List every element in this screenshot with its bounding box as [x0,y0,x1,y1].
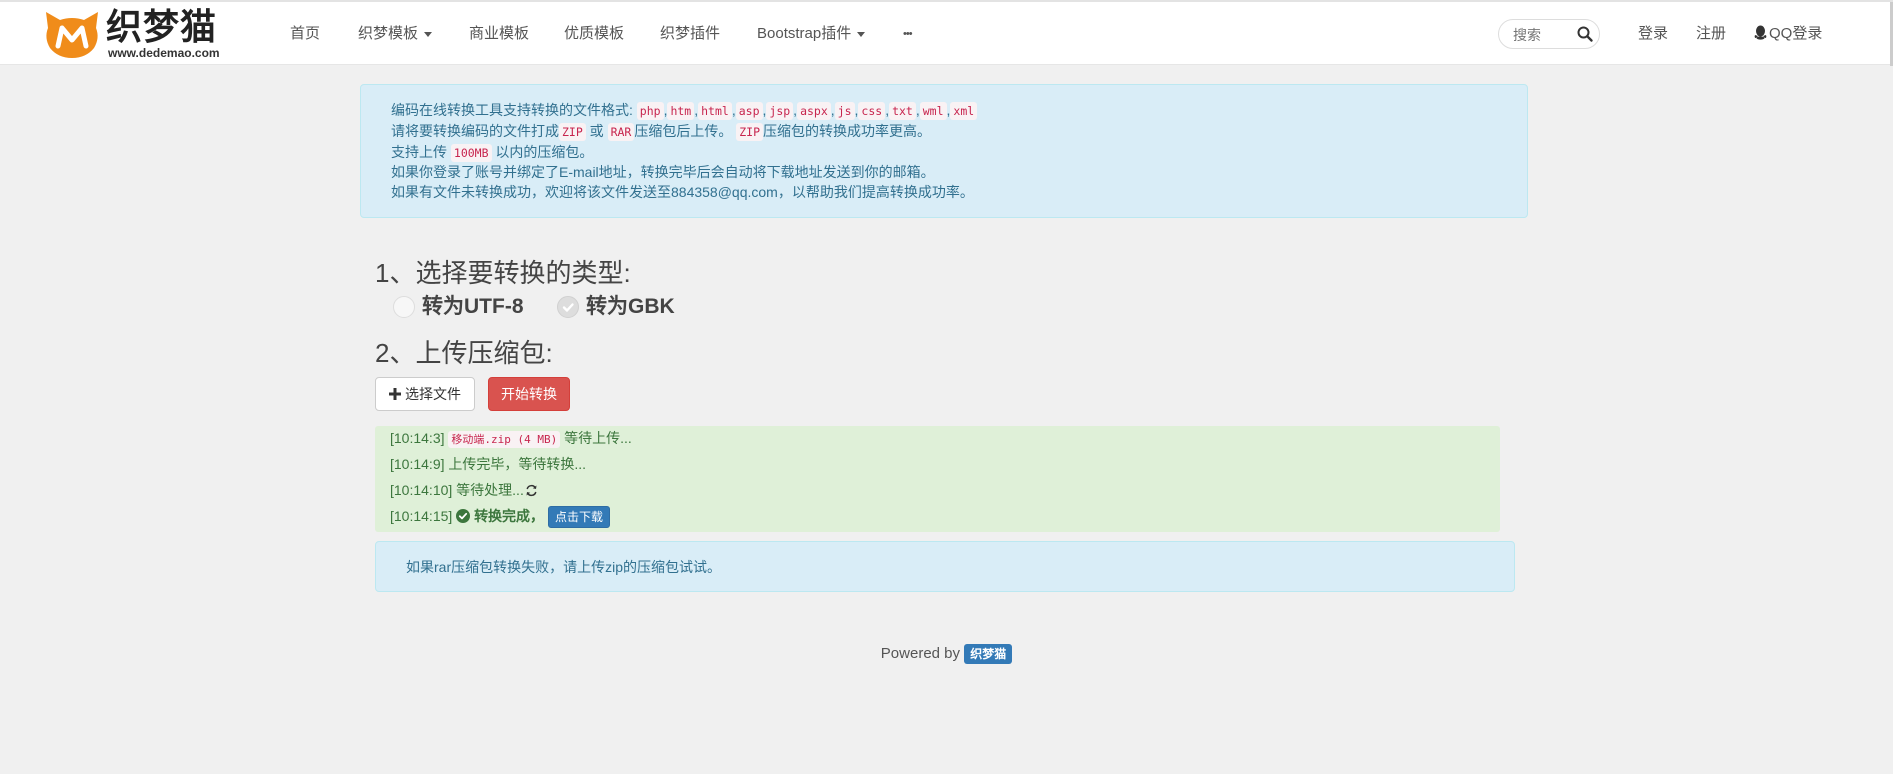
choose-file-button[interactable]: 选择文件 [375,377,475,411]
format-code: asp [735,102,763,120]
check-icon [562,303,574,312]
format-code: css [858,102,886,120]
login-link[interactable]: 登录 [1638,24,1668,44]
logo-url: www.dedemao.com [108,46,220,60]
nav-label: 织梦插件 [660,25,721,42]
search-input[interactable] [1511,25,1577,45]
radio-label: 转为GBK [586,295,675,318]
log-time: [10:14:3] [390,430,445,446]
powered-by-text: Powered by [880,645,961,662]
format-code: aspx [797,102,831,120]
navbar: 织梦猫 www.dedemao.com 首页 织梦模板 商业模板 优质模板 织梦… [0,2,1893,66]
format-code: js [834,102,855,120]
log-line: [10:14:3] 移动端.zip (4 MB) 等待上传... [390,427,632,449]
nav-label: 织梦模板 [358,25,419,42]
log-done-text: 转换完成， [474,508,545,524]
caret-down-icon [857,31,866,37]
log-line: [10:14:9] 上传完毕，等待转换... [390,453,586,475]
format-code: html [698,102,732,120]
logo-title: 织梦猫 [106,7,218,48]
plus-icon [389,388,401,400]
qq-login-link[interactable]: QQ登录 [1754,24,1822,44]
radio-label: 转为UTF-8 [422,295,524,318]
nav-more[interactable]: ••• [903,24,913,44]
nav-home[interactable]: 首页 [290,24,320,44]
log-time: [10:14:9] [390,456,445,472]
rar-code: RAR [607,123,635,141]
info-text: 请将要转换编码的文件打成 [391,123,559,139]
nav-quality-templates[interactable]: 优质模板 [564,24,624,44]
format-code: jsp [766,102,794,120]
step1-title: 1、选择要转换的类型: [375,258,631,288]
note-text: 如果rar压缩包转换失败，请上传zip的压缩包试试。 [406,559,722,575]
format-info-alert: 编码在线转换工具支持转换的文件格式: php, htm, html, asp, jsp,… [360,84,1528,218]
qq-login-label: QQ登录 [1769,25,1823,42]
nav-label: 商业模板 [469,25,530,42]
nav-label: 优质模板 [564,25,625,42]
footer-brand-badge[interactable]: 织梦猫 [964,644,1013,665]
info-text: 压缩包后上传。 [634,123,733,139]
format-code: xml [950,102,978,120]
log-line: [10:14:15] 转换完成， 点击下载 [390,505,610,529]
choose-file-label: 选择文件 [405,386,461,402]
refresh-icon [526,484,537,497]
radio-gbk[interactable]: 转为GBK [557,292,687,322]
info-zip-line: 请将要转换编码的文件打成 ZIP 或 RAR 压缩包后上传。 ZIP 压缩包的转换成功… [391,121,931,141]
log-text: 等待上传... [564,430,632,446]
radio-circle-icon [393,296,415,318]
upload-log: [10:14:3] 移动端.zip (4 MB) 等待上传... [10:14:… [375,426,1500,532]
info-text: 编码在线转换工具支持转换的文件格式: [391,102,633,118]
format-code: htm [667,102,695,120]
nav-label: 首页 [290,25,321,42]
zip-code: ZIP [559,123,586,141]
footer: Powered by 织梦猫 [0,643,1893,665]
log-line: [10:14:10] 等待处理... [390,479,538,501]
info-text: 压缩包的转换成功率更高。 [763,123,932,139]
nav-bootstrap-plugins[interactable]: Bootstrap插件 [757,24,866,44]
info-contact-line: 如果有文件未转换成功，欢迎将该文件发送至884358@qq.com，以帮助我们提… [391,184,974,200]
info-text: 支持上传 [391,144,447,160]
size-code: 100MB [450,144,492,162]
log-text: 等待处理... [456,482,524,498]
format-code: php [636,102,664,120]
nav-dede-templates[interactable]: 织梦模板 [358,24,433,44]
log-time: [10:14:10] [390,482,453,498]
register-link[interactable]: 注册 [1696,24,1726,44]
nav-dede-plugins[interactable]: 织梦插件 [660,24,720,44]
more-icon: ••• [903,28,913,40]
info-text: 以内的压缩包。 [495,144,594,160]
info-formats-line: 编码在线转换工具支持转换的文件格式: php, htm, html, asp, jsp,… [391,100,978,120]
logo[interactable]: 织梦猫 www.dedemao.com [44,8,234,60]
rar-note-alert: 如果rar压缩包转换失败，请上传zip的压缩包试试。 [375,541,1515,592]
info-size-line: 支持上传 100MB 以内的压缩包。 [391,142,593,162]
zip-code: ZIP [736,123,764,141]
check-circle-icon [456,509,471,523]
logo-cat-icon [46,12,98,58]
download-button[interactable]: 点击下载 [547,506,610,529]
search-icon[interactable] [1576,25,1594,43]
qq-icon [1754,25,1767,40]
radio-checked-icon [557,296,579,318]
format-code: txt [889,102,916,120]
format-code: wml [919,102,947,120]
info-email-line: 如果你登录了账号并绑定了E-mail地址，转换完毕后会自动将下载地址发送到你的邮… [391,164,935,180]
log-time: [10:14:15] [390,508,453,524]
nav-commercial-templates[interactable]: 商业模板 [469,24,529,44]
log-file-code: 移动端.zip (4 MB) [448,431,561,448]
step2-title: 2、上传压缩包: [375,338,553,368]
radio-utf8[interactable]: 转为UTF-8 [393,292,543,322]
info-text: 或 [589,123,604,139]
caret-down-icon [424,31,433,37]
start-convert-button[interactable]: 开始转换 [488,377,570,411]
search-box [1498,19,1600,49]
log-text: 上传完毕，等待转换... [448,456,587,472]
nav-label: Bootstrap插件 [757,25,852,42]
